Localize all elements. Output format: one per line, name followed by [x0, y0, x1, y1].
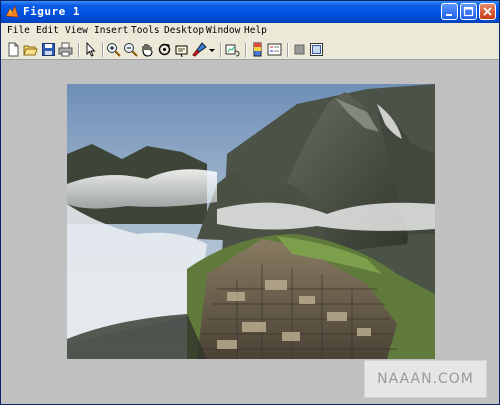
- save-icon[interactable]: [41, 42, 56, 57]
- new-figure-icon[interactable]: [6, 42, 21, 57]
- maximize-icon: [463, 6, 474, 17]
- zoom-out-icon[interactable]: [123, 42, 138, 57]
- toolbar-separator: [102, 43, 104, 57]
- show-plot-tools-icon[interactable]: [309, 42, 324, 57]
- menu-tools[interactable]: Tools: [131, 25, 160, 36]
- close-icon: [483, 7, 492, 16]
- rotate-3d-icon[interactable]: [157, 42, 172, 57]
- menu-desktop[interactable]: Desktop: [164, 25, 204, 36]
- open-file-icon[interactable]: [23, 42, 38, 57]
- title-bar[interactable]: Figure 1: [1, 1, 499, 23]
- pan-hand-icon[interactable]: [140, 42, 155, 57]
- legend-icon[interactable]: [267, 42, 282, 57]
- toolbar-separator: [78, 43, 80, 57]
- menu-edit[interactable]: Edit: [36, 25, 59, 36]
- brush-dropdown-icon[interactable]: [208, 42, 216, 57]
- machu-picchu-photo: [67, 84, 435, 359]
- menu-window[interactable]: Window: [206, 25, 240, 36]
- watermark: NAAAN.COM: [364, 360, 487, 398]
- hide-plot-tools-icon[interactable]: [292, 42, 307, 57]
- figure-axes-image[interactable]: [67, 84, 435, 359]
- menu-view[interactable]: View: [65, 25, 88, 36]
- print-icon[interactable]: [58, 42, 73, 57]
- edit-plot-arrow-icon[interactable]: [83, 42, 98, 57]
- brush-icon[interactable]: [192, 42, 207, 57]
- close-button[interactable]: [479, 3, 496, 20]
- link-plot-icon[interactable]: [225, 42, 240, 57]
- menu-insert[interactable]: Insert: [94, 25, 128, 36]
- figure-toolbar: [1, 40, 499, 60]
- menu-bar: File Edit View Insert Tools Desktop Wind…: [1, 23, 499, 40]
- zoom-in-icon[interactable]: [106, 42, 121, 57]
- minimize-icon: [446, 14, 452, 16]
- data-cursor-icon[interactable]: [174, 42, 189, 57]
- menu-help[interactable]: Help: [244, 25, 267, 36]
- figure-window: Figure 1 File Edit View Insert Tools Des…: [0, 0, 500, 405]
- toolbar-separator: [220, 43, 222, 57]
- minimize-button[interactable]: [441, 3, 458, 20]
- menu-file[interactable]: File: [7, 25, 30, 36]
- maximize-button[interactable]: [460, 3, 477, 20]
- watermark-text: NAAAN.COM: [377, 371, 474, 387]
- toolbar-separator: [287, 43, 289, 57]
- window-title: Figure 1: [23, 5, 80, 18]
- matlab-logo-icon: [5, 5, 19, 18]
- colorbar-icon[interactable]: [250, 42, 265, 57]
- toolbar-separator: [245, 43, 247, 57]
